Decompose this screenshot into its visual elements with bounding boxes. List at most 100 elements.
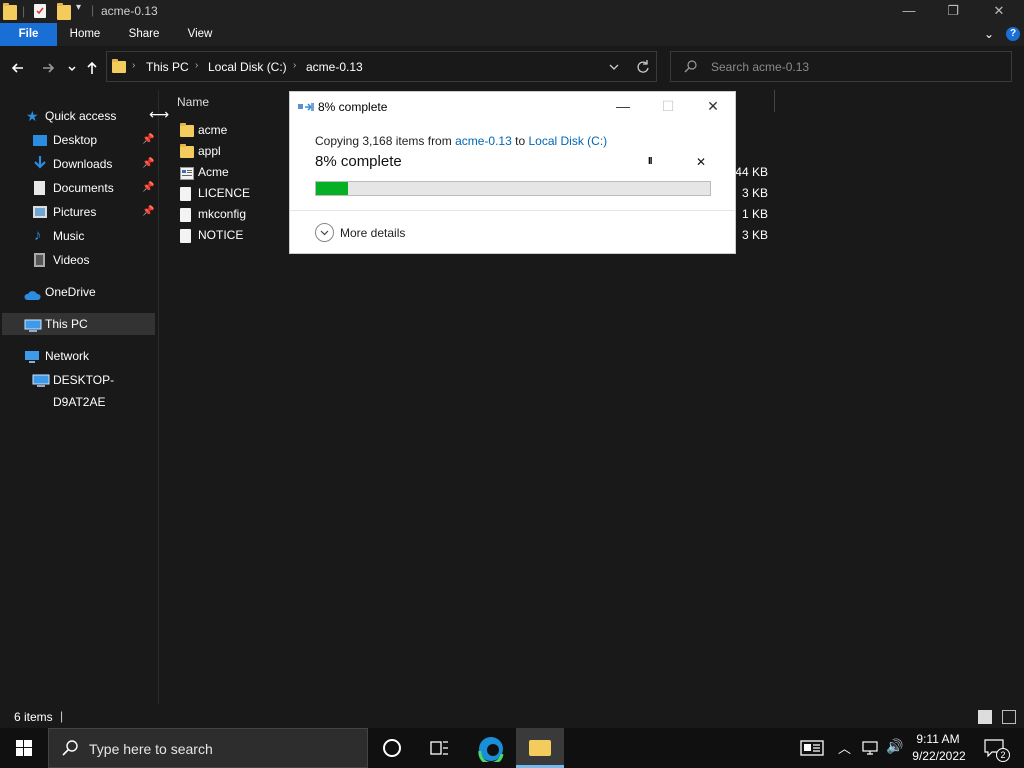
to-text: to xyxy=(515,134,526,148)
status-separator: | xyxy=(60,709,64,723)
file-name: acme xyxy=(198,123,228,137)
computer-icon xyxy=(32,373,50,387)
network-icon xyxy=(24,349,39,363)
sidebar-item-label: OneDrive xyxy=(45,285,96,299)
edge-browser-icon[interactable] xyxy=(478,736,504,766)
dialog-title: 8% complete xyxy=(318,100,388,114)
pc-icon xyxy=(24,318,42,332)
refresh-button[interactable] xyxy=(634,58,652,79)
folder-icon xyxy=(180,123,194,137)
divider xyxy=(290,210,735,211)
file-explorer-taskbar-button[interactable] xyxy=(516,728,564,768)
up-button[interactable] xyxy=(82,58,102,78)
sidebar-item-downloads[interactable]: Downloads 📌 xyxy=(0,153,158,175)
chevron-right-icon: › xyxy=(195,60,199,71)
more-details-label: More details xyxy=(340,226,406,240)
sidebar-item-documents[interactable]: Documents 📌 xyxy=(0,177,158,199)
sidebar-item-music[interactable]: ♪ Music xyxy=(0,225,158,247)
address-bar[interactable]: › This PC › Local Disk (C:) › acme-0.13 xyxy=(106,51,657,82)
copy-icon xyxy=(298,101,314,116)
dialog-minimize-button[interactable]: — xyxy=(606,95,640,117)
arrow-right-icon xyxy=(43,63,55,73)
breadcrumb-this-pc[interactable]: This PC xyxy=(146,60,189,74)
details-view-button[interactable] xyxy=(978,710,992,724)
source-link[interactable]: acme-0.13 xyxy=(455,134,512,148)
file-icon xyxy=(180,229,191,243)
clock-time[interactable]: 9:11 AM xyxy=(912,732,964,746)
sidebar-item-label: Network xyxy=(45,349,90,363)
tab-home[interactable]: Home xyxy=(57,23,113,46)
taskbar-search[interactable]: Type here to search xyxy=(48,728,368,768)
window-title: acme-0.13 xyxy=(101,4,158,18)
sidebar-item-desktop[interactable]: Desktop 📌 xyxy=(0,129,158,151)
clock-date[interactable]: 9/22/2022 xyxy=(910,749,968,763)
destination-link[interactable]: Local Disk (C:) xyxy=(528,134,607,148)
chevron-down-icon xyxy=(609,64,619,70)
network-status-icon[interactable] xyxy=(862,740,880,759)
column-header-name[interactable]: Name xyxy=(177,95,209,109)
desktop-icon xyxy=(33,135,47,146)
start-button[interactable] xyxy=(16,740,32,759)
sidebar-item-pictures[interactable]: Pictures 📌 xyxy=(0,201,158,223)
properties-icon[interactable] xyxy=(34,4,46,18)
sidebar-item-quick-access[interactable]: ★ Quick access xyxy=(0,105,158,127)
sidebar-item-onedrive[interactable]: OneDrive xyxy=(0,281,158,303)
volume-icon[interactable]: 🔊 xyxy=(886,738,903,755)
separator: | xyxy=(91,3,95,17)
taskbar-search-input[interactable]: Type here to search xyxy=(89,741,213,757)
maximize-button[interactable]: ❐ xyxy=(930,0,976,23)
documents-icon xyxy=(34,181,45,195)
title-bar: | ▾ | acme-0.13 — ❐ ✕ xyxy=(0,0,1024,23)
progress-fill xyxy=(316,182,348,195)
news-icon[interactable] xyxy=(800,740,824,759)
sidebar-item-label: Desktop xyxy=(53,133,98,147)
file-name: LICENCE xyxy=(198,186,251,200)
pane-divider[interactable] xyxy=(158,90,159,704)
pin-icon: 📌 xyxy=(142,206,155,217)
pause-button[interactable]: II xyxy=(648,156,652,167)
tab-view[interactable]: View xyxy=(175,23,225,46)
customize-qat-icon[interactable]: ▾ xyxy=(76,2,81,17)
close-button[interactable]: ✕ xyxy=(976,0,1022,23)
recent-locations-button[interactable] xyxy=(62,58,82,78)
separator: | xyxy=(22,4,26,18)
column-divider[interactable] xyxy=(774,90,775,112)
expand-ribbon-icon[interactable]: ⌄ xyxy=(984,27,994,41)
search-icon xyxy=(61,739,79,760)
large-icons-view-button[interactable] xyxy=(1002,710,1016,724)
search-box[interactable]: Search acme-0.13 xyxy=(670,51,1012,82)
cortana-icon[interactable] xyxy=(383,739,401,757)
new-folder-icon[interactable] xyxy=(57,3,71,20)
back-button[interactable] xyxy=(8,58,28,78)
tab-file[interactable]: File xyxy=(0,23,57,46)
progress-bar xyxy=(315,181,711,196)
sidebar-item-network[interactable]: Network xyxy=(0,345,158,367)
breadcrumb-acme[interactable]: acme-0.13 xyxy=(306,60,363,74)
minimize-button[interactable]: — xyxy=(886,0,932,23)
dialog-close-button[interactable]: ✕ xyxy=(696,95,730,117)
folder-icon xyxy=(3,3,17,20)
breadcrumb-local-disk[interactable]: Local Disk (C:) xyxy=(208,60,287,74)
copy-description: Copying 3,168 items from acme-0.13 to Lo… xyxy=(315,134,607,148)
chevron-up-icon[interactable]: ︿ xyxy=(838,738,851,757)
cancel-copy-button[interactable]: ✕ xyxy=(696,155,706,169)
forward-button[interactable] xyxy=(38,58,58,78)
sidebar-item-videos[interactable]: Videos xyxy=(0,249,158,271)
pin-icon: 📌 xyxy=(142,182,155,193)
arrow-left-icon xyxy=(11,63,23,73)
sidebar-item-this-pc[interactable]: This PC xyxy=(2,313,155,335)
sidebar-item-label: Music xyxy=(53,229,85,243)
search-input[interactable]: Search acme-0.13 xyxy=(711,60,809,74)
chevron-right-icon: › xyxy=(293,60,297,71)
music-icon: ♪ xyxy=(34,227,42,244)
sidebar-item-desktop-d9at2ae[interactable]: DESKTOP-D9AT2AE xyxy=(0,369,158,409)
pictures-icon xyxy=(33,206,47,218)
tab-share[interactable]: Share xyxy=(113,23,175,46)
help-icon[interactable]: ? xyxy=(1006,27,1020,41)
address-history-button[interactable] xyxy=(607,58,621,79)
videos-icon xyxy=(34,253,45,267)
notification-count-badge: 2 xyxy=(996,748,1010,762)
file-name: mkconfig xyxy=(198,207,247,221)
task-view-icon[interactable] xyxy=(430,740,450,759)
file-name: NOTICE xyxy=(198,228,244,242)
